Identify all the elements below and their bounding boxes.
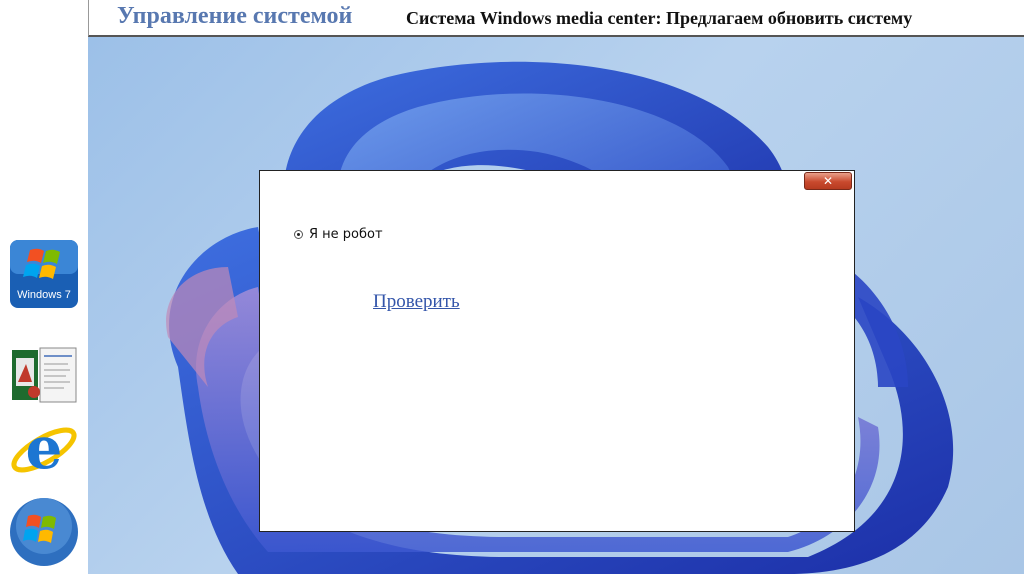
close-button[interactable]: ✕ [804,172,852,190]
close-icon: ✕ [822,174,834,188]
not-robot-label: Я не робот [309,227,383,242]
internet-explorer-icon[interactable]: e [8,414,80,486]
page-subtitle: Система Windows media center: Предлагаем… [406,8,913,28]
header-bar: Управление системой Система Windows medi… [88,0,1024,37]
captcha-dialog: ✕ Я не робот Проверить [259,170,855,532]
windows-7-logo-icon[interactable]: Windows 7 [8,238,80,310]
software-box-icon[interactable] [8,340,80,412]
verify-link[interactable]: Проверить [373,291,460,313]
not-robot-option[interactable]: Я не робот [294,227,383,242]
not-robot-radio[interactable] [294,230,303,239]
icon-sidebar: Windows 7 e [0,0,88,574]
page-title: Управление системой [117,3,353,29]
svg-text:e: e [26,414,63,482]
windows-7-label: Windows 7 [17,289,71,301]
windows-orb-icon[interactable] [8,496,80,568]
